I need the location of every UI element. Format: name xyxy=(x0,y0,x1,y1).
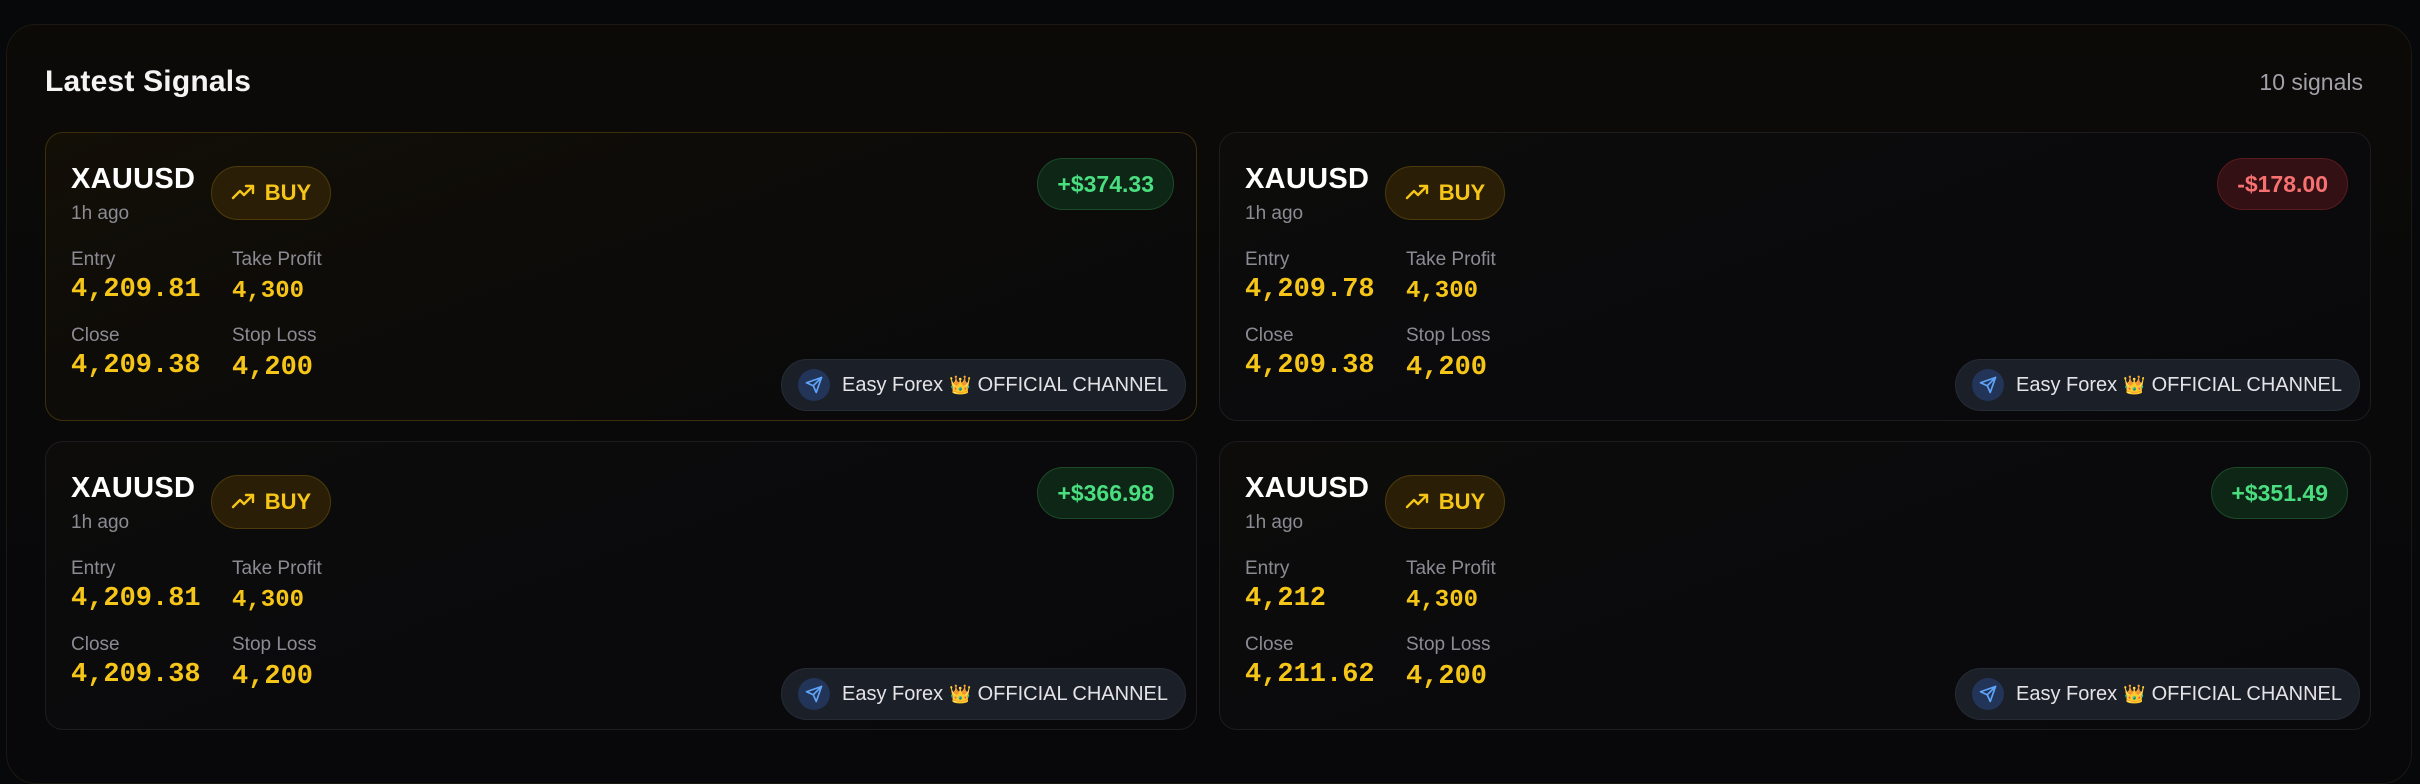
pnl-badge: +$366.98 xyxy=(1037,467,1174,519)
direction-badge: BUY xyxy=(211,166,331,220)
close-value: 4,209.38 xyxy=(1245,351,1375,381)
channel-suffix: OFFICIAL CHANNEL xyxy=(2151,682,2342,705)
pnl-badge: +$374.33 xyxy=(1037,158,1174,210)
direction-badge: BUY xyxy=(1385,166,1505,220)
crown-icon: 👑 xyxy=(2123,683,2146,704)
channel-chip[interactable]: Easy Forex 👑 OFFICIAL CHANNEL xyxy=(781,359,1186,411)
close-value: 4,211.62 xyxy=(1245,660,1375,690)
take-profit-label: Take Profit xyxy=(232,558,322,579)
channel-name: Easy Forex xyxy=(842,373,944,396)
stop-loss-label: Stop Loss xyxy=(1406,325,1491,346)
signal-symbol: XAUUSD xyxy=(71,163,196,195)
signal-symbol: XAUUSD xyxy=(1245,472,1370,504)
signal-card[interactable]: XAUUSD 1h ago BUY +$374.33 Entry 4,209.8… xyxy=(45,132,1197,421)
entry-label: Entry xyxy=(1245,249,1290,270)
channel-name: Easy Forex xyxy=(2016,373,2118,396)
direction-badge: BUY xyxy=(211,475,331,529)
direction-label: BUY xyxy=(1438,489,1486,514)
stop-loss-label: Stop Loss xyxy=(1406,634,1491,655)
channel-name: Easy Forex xyxy=(2016,682,2118,705)
trending-up-icon xyxy=(231,493,254,509)
signal-count: 10 signals xyxy=(2259,69,2363,95)
entry-value: 4,212 xyxy=(1245,584,1327,614)
latest-signals-panel: Latest Signals 10 signals XAUUSD 1h ago … xyxy=(6,24,2412,784)
take-profit-value: 4,300 xyxy=(1406,587,1479,614)
signal-card[interactable]: XAUUSD 1h ago BUY +$366.98 Entry 4,209.8… xyxy=(45,441,1197,730)
signal-time: 1h ago xyxy=(71,512,130,533)
stop-loss-value: 4,200 xyxy=(232,353,314,383)
signal-card[interactable]: XAUUSD 1h ago BUY +$351.49 Entry 4,212 T… xyxy=(1219,441,2371,730)
take-profit-label: Take Profit xyxy=(232,249,322,270)
crown-icon: 👑 xyxy=(2123,374,2146,395)
signal-time: 1h ago xyxy=(71,203,130,224)
channel-chip[interactable]: Easy Forex 👑 OFFICIAL CHANNEL xyxy=(1955,668,2360,720)
direction-label: BUY xyxy=(264,180,312,205)
channel-name: Easy Forex xyxy=(842,682,944,705)
entry-value: 4,209.81 xyxy=(71,275,201,305)
signal-symbol: XAUUSD xyxy=(1245,163,1370,195)
direction-label: BUY xyxy=(1438,180,1486,205)
entry-value: 4,209.81 xyxy=(71,584,201,614)
entry-label: Entry xyxy=(71,249,116,270)
entry-value: 4,209.78 xyxy=(1245,275,1375,305)
signal-symbol: XAUUSD xyxy=(71,472,196,504)
trending-up-icon xyxy=(1405,493,1428,509)
close-value: 4,209.38 xyxy=(71,351,201,381)
channel-suffix: OFFICIAL CHANNEL xyxy=(977,682,1168,705)
close-label: Close xyxy=(71,634,120,655)
take-profit-value: 4,300 xyxy=(232,278,305,305)
signal-time: 1h ago xyxy=(1245,512,1304,533)
close-label: Close xyxy=(71,325,120,346)
take-profit-label: Take Profit xyxy=(1406,558,1496,579)
signal-time: 1h ago xyxy=(1245,203,1304,224)
stop-loss-label: Stop Loss xyxy=(232,325,317,346)
close-label: Close xyxy=(1245,634,1294,655)
close-value: 4,209.38 xyxy=(71,660,201,690)
pnl-badge: -$178.00 xyxy=(2217,158,2348,210)
take-profit-value: 4,300 xyxy=(232,587,305,614)
trending-up-icon xyxy=(1405,184,1428,200)
direction-badge: BUY xyxy=(1385,475,1505,529)
stop-loss-value: 4,200 xyxy=(1406,353,1488,383)
channel-suffix: OFFICIAL CHANNEL xyxy=(977,373,1168,396)
take-profit-value: 4,300 xyxy=(1406,278,1479,305)
panel-title: Latest Signals xyxy=(45,65,252,98)
channel-chip[interactable]: Easy Forex 👑 OFFICIAL CHANNEL xyxy=(1955,359,2360,411)
crown-icon: 👑 xyxy=(949,374,972,395)
take-profit-label: Take Profit xyxy=(1406,249,1496,270)
stop-loss-value: 4,200 xyxy=(1406,662,1488,692)
telegram-send-icon xyxy=(798,678,831,710)
telegram-send-icon xyxy=(1972,678,2005,710)
direction-label: BUY xyxy=(264,489,312,514)
crown-icon: 👑 xyxy=(949,683,972,704)
stop-loss-value: 4,200 xyxy=(232,662,314,692)
stop-loss-label: Stop Loss xyxy=(232,634,317,655)
telegram-send-icon xyxy=(798,369,831,401)
entry-label: Entry xyxy=(1245,558,1290,579)
pnl-badge: +$351.49 xyxy=(2211,467,2348,519)
channel-chip[interactable]: Easy Forex 👑 OFFICIAL CHANNEL xyxy=(781,668,1186,720)
channel-suffix: OFFICIAL CHANNEL xyxy=(2151,373,2342,396)
signal-card[interactable]: XAUUSD 1h ago BUY -$178.00 Entry 4,209.7… xyxy=(1219,132,2371,421)
trending-up-icon xyxy=(231,184,254,200)
close-label: Close xyxy=(1245,325,1294,346)
entry-label: Entry xyxy=(71,558,116,579)
telegram-send-icon xyxy=(1972,369,2005,401)
